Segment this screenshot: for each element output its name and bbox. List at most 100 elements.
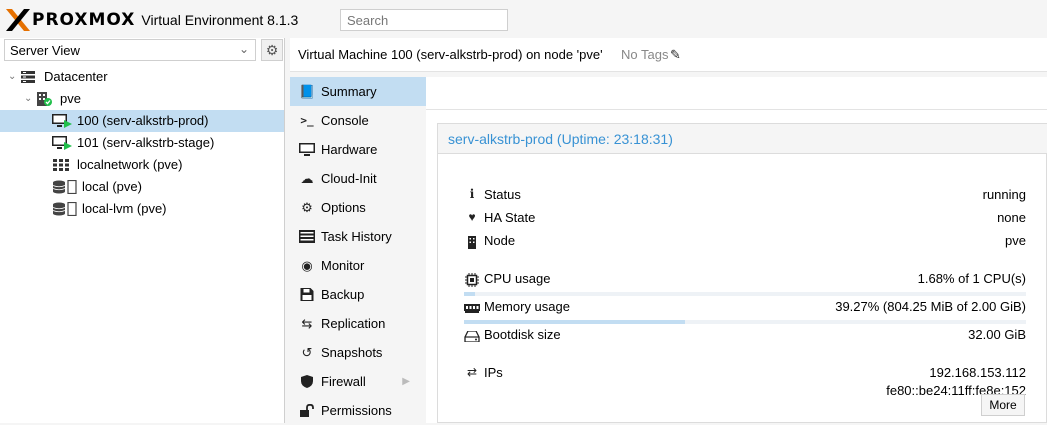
node-online-icon bbox=[37, 92, 52, 106]
vm-running-icon bbox=[52, 136, 72, 150]
menu-item-console[interactable]: >_ Console bbox=[290, 106, 426, 135]
tree-settings-button[interactable]: ⚙ bbox=[261, 39, 283, 61]
eye-icon: ◉ bbox=[301, 258, 313, 273]
menu-item-label: Task History bbox=[321, 229, 392, 244]
search-input[interactable]: Search bbox=[340, 9, 508, 31]
status-panel-title: serv-alkstrb-prod (Uptime: 23:18:31) bbox=[448, 131, 673, 147]
menu-item-summary[interactable]: 📘 Summary bbox=[290, 77, 426, 106]
memory-usage-row: Memory usage 39.27% (804.25 MiB of 2.00 … bbox=[464, 299, 1026, 319]
menu-item-label: Cloud-Init bbox=[321, 171, 377, 186]
tree-item-label: pve bbox=[60, 91, 81, 106]
menu-item-backup[interactable]: Backup bbox=[290, 280, 426, 309]
resource-tree: ⌄ Datacenter ⌄ pve 100 (serv-alkstrb-pro… bbox=[0, 66, 284, 220]
vm-menu: 📘 Summary >_ Console Hardware ☁ Cloud-In… bbox=[290, 77, 426, 423]
exchange-arrows-icon: ⇄ bbox=[466, 365, 478, 379]
datacenter-icon bbox=[21, 71, 35, 83]
cpu-usage-bar bbox=[464, 292, 1026, 296]
ha-state-value: none bbox=[997, 210, 1026, 225]
menu-item-label: Summary bbox=[321, 84, 377, 99]
menu-item-snapshots[interactable]: ↺ Snapshots bbox=[290, 338, 426, 367]
storage-icon bbox=[52, 202, 77, 216]
menu-item-label: Snapshots bbox=[321, 345, 383, 360]
resource-tree-panel: Server View ⌄ ⚙ ⌄ Datacenter ⌄ pve 100 (… bbox=[0, 38, 285, 423]
expand-caret-icon[interactable]: ⌄ bbox=[8, 66, 16, 88]
book-icon: 📘 bbox=[299, 84, 316, 99]
list-icon bbox=[299, 230, 315, 243]
proxmox-x-icon bbox=[6, 9, 30, 31]
ha-state-row: ♥ HA State none bbox=[464, 210, 1026, 230]
history-icon: ↺ bbox=[301, 345, 313, 360]
menu-item-options[interactable]: ⚙ Options bbox=[290, 193, 426, 222]
status-panel: serv-alkstrb-prod (Uptime: 23:18:31) i S… bbox=[437, 123, 1047, 423]
menu-item-label: Backup bbox=[321, 287, 365, 302]
menu-item-firewall[interactable]: Firewall ▶ bbox=[290, 367, 426, 396]
cpu-usage-value: 1.68% of 1 CPU(s) bbox=[917, 271, 1026, 286]
heartbeat-icon: ♥ bbox=[468, 210, 476, 224]
status-label: Status bbox=[484, 187, 521, 202]
tree-item-localnetwork[interactable]: localnetwork (pve) bbox=[0, 154, 284, 176]
tree-item-label: 101 (serv-alkstrb-stage) bbox=[77, 135, 215, 150]
storage-icon bbox=[52, 180, 77, 194]
terminal-icon: >_ bbox=[300, 114, 314, 127]
floppy-icon bbox=[300, 288, 314, 301]
tree-item-label: 100 (serv-alkstrb-prod) bbox=[77, 113, 209, 128]
menu-item-label: Options bbox=[321, 200, 366, 215]
building-icon bbox=[468, 236, 476, 249]
cpu-usage-bar-fill bbox=[464, 292, 476, 296]
memory-usage-label: Memory usage bbox=[484, 299, 570, 314]
tree-item-pve[interactable]: ⌄ pve bbox=[0, 88, 284, 110]
submenu-arrow-icon: ▶ bbox=[402, 376, 410, 387]
menu-item-cloud-init[interactable]: ☁ Cloud-Init bbox=[290, 164, 426, 193]
tree-item-datacenter[interactable]: ⌄ Datacenter bbox=[0, 66, 284, 88]
cpu-usage-row: CPU usage 1.68% of 1 CPU(s) bbox=[464, 271, 1026, 291]
menu-item-label: Permissions bbox=[321, 403, 392, 418]
menu-item-label: Monitor bbox=[321, 258, 365, 273]
memory-icon bbox=[464, 304, 480, 313]
cloud-icon: ☁ bbox=[300, 171, 314, 186]
ip-v4-value: 192.168.153.112 bbox=[929, 365, 1026, 380]
tree-item-label: Datacenter bbox=[44, 69, 108, 84]
top-bar: PROXMOX Virtual Environment 8.1.3 Search bbox=[0, 0, 1047, 38]
cpu-chip-icon bbox=[465, 273, 479, 287]
menu-item-replication[interactable]: ⇆ Replication bbox=[290, 309, 426, 338]
vm-running-icon bbox=[52, 114, 72, 128]
tree-item-vm-101[interactable]: 101 (serv-alkstrb-stage) bbox=[0, 132, 284, 154]
summary-content: serv-alkstrb-prod (Uptime: 23:18:31) i S… bbox=[426, 77, 1047, 423]
gear-icon: ⚙ bbox=[301, 200, 313, 215]
menu-item-hardware[interactable]: Hardware bbox=[290, 135, 426, 164]
tree-item-storage-local[interactable]: local (pve) bbox=[0, 176, 284, 198]
node-row: Node pve bbox=[464, 233, 1026, 253]
menu-item-permissions[interactable]: Permissions bbox=[290, 396, 426, 425]
tree-item-storage-local-lvm[interactable]: local-lvm (pve) bbox=[0, 198, 284, 220]
expand-caret-icon[interactable]: ⌄ bbox=[24, 88, 32, 110]
menu-item-monitor[interactable]: ◉ Monitor bbox=[290, 251, 426, 280]
menu-item-label: Hardware bbox=[321, 142, 378, 157]
tree-item-vm-100[interactable]: 100 (serv-alkstrb-prod) bbox=[0, 110, 284, 132]
shield-icon bbox=[301, 375, 313, 388]
node-label: Node bbox=[484, 233, 516, 248]
edit-tags-pencil-icon[interactable]: ✎ bbox=[670, 47, 681, 63]
status-panel-header: serv-alkstrb-prod (Uptime: 23:18:31) bbox=[438, 124, 1047, 154]
more-button[interactable]: More bbox=[981, 394, 1025, 416]
retweet-icon: ⇆ bbox=[301, 316, 313, 331]
ha-state-label: HA State bbox=[484, 210, 536, 225]
menu-item-label: Firewall bbox=[321, 374, 366, 389]
bootdisk-value: 32.00 GiB bbox=[968, 327, 1026, 342]
node-value: pve bbox=[1005, 233, 1026, 248]
proxmox-logo: PROXMOX Virtual Environment 8.1.3 bbox=[6, 9, 298, 31]
memory-usage-bar-fill bbox=[464, 320, 685, 324]
chevron-down-icon: ⌄ bbox=[238, 42, 249, 56]
view-selector[interactable]: Server View ⌄ bbox=[4, 39, 256, 61]
toolbar-divider bbox=[426, 109, 1047, 110]
network-grid-icon bbox=[53, 159, 69, 171]
status-row: i Status running bbox=[464, 187, 1026, 207]
menu-item-task-history[interactable]: Task History bbox=[290, 222, 426, 251]
status-value: running bbox=[982, 187, 1026, 202]
vm-header: Virtual Machine 100 (serv-alkstrb-prod) … bbox=[290, 38, 1047, 72]
memory-usage-value: 39.27% (804.25 MiB of 2.00 GiB) bbox=[835, 299, 1026, 314]
info-icon: i bbox=[469, 187, 475, 201]
bootdisk-label: Bootdisk size bbox=[484, 327, 561, 342]
ips-label: IPs bbox=[484, 365, 503, 380]
unlock-icon bbox=[300, 404, 314, 417]
memory-usage-bar bbox=[464, 320, 1026, 324]
